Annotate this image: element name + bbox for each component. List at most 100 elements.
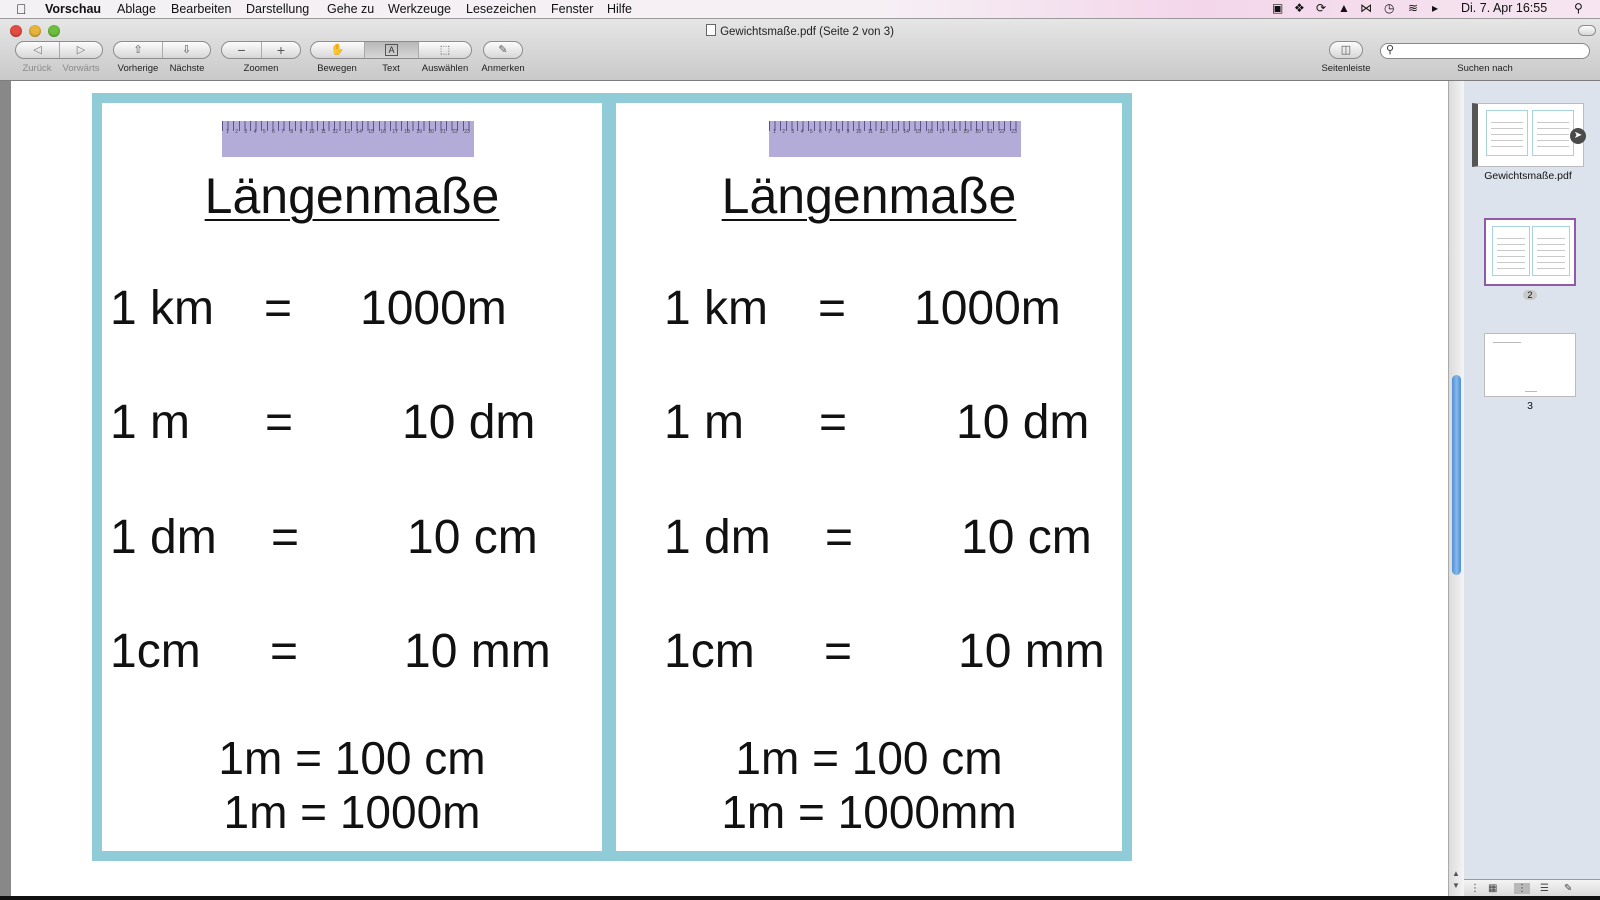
- conversion-left: 1 m: [664, 396, 745, 449]
- menu-werkzeuge[interactable]: Werkzeuge: [388, 2, 451, 16]
- document-view[interactable]: 1 2 3 4 5 6 7 8 9 10 11 12 13 14 15 16 17 18 19 20 21 22 23 Lä…: [0, 81, 1448, 900]
- conversion-equals: =: [271, 511, 300, 564]
- scroll-up-arrow-icon[interactable]: ▲: [1452, 869, 1460, 878]
- ruler-numbers: 1 2 3 4 5 6 7 8 9 10 11 12 13 14 15 16 17 18 19 20 21 22 23: [773, 129, 1017, 135]
- conversion-equals: =: [264, 282, 293, 335]
- sidebar-icon: ◫: [1340, 44, 1352, 56]
- sidebar-toggle-button[interactable]: ◫: [1329, 41, 1363, 59]
- toolbar-toggle-button[interactable]: [1578, 25, 1596, 36]
- spotlight-icon[interactable]: ⚲: [1574, 1, 1583, 15]
- thumbnail-sidebar: Gewichtsmaße.pdf ➤ 2 3 ⋮ ▦ ⋮ ☰ ✎: [1464, 81, 1600, 900]
- conversion-right: 1000m: [360, 282, 507, 335]
- menu-gehe-zu[interactable]: Gehe zu: [327, 2, 374, 16]
- length-card-left: 1 2 3 4 5 6 7 8 9 10 11 12 13 14 15 16 17 18 19 20 21 22 23 Lä…: [92, 93, 612, 861]
- menu-ablage[interactable]: Ablage: [117, 2, 156, 16]
- tool-mode-control: ✋ A ⬚: [310, 41, 472, 59]
- conversion-equals: =: [819, 396, 848, 449]
- grid-view-icon[interactable]: ▦: [1488, 883, 1497, 894]
- text-cursor-icon: A: [385, 44, 398, 56]
- scroll-down-arrow-icon[interactable]: ▼: [1452, 881, 1460, 890]
- triangle-icon[interactable]: ▲: [1338, 1, 1350, 15]
- menu-clock[interactable]: Di. 7. Apr 16:55: [1461, 1, 1547, 15]
- resize-handle-icon[interactable]: ⋮: [1470, 883, 1480, 894]
- file-thumbnail-image: [1472, 103, 1584, 167]
- bluetooth-icon[interactable]: ⋈: [1360, 1, 1372, 15]
- conversion-right: 10 cm: [961, 511, 1092, 564]
- time-machine-icon[interactable]: ◷: [1384, 1, 1394, 15]
- card-footer-line-2: 1m = 1000mm: [721, 786, 1017, 838]
- thumbnail-page-2-label: 2: [1523, 290, 1537, 300]
- thumbnail-file-label: Gewichtsmaße.pdf: [1484, 170, 1572, 182]
- conversion-equals: =: [265, 396, 294, 449]
- outline-view-icon[interactable]: ☰: [1540, 883, 1549, 894]
- card-heading: Längenmaße: [721, 168, 1017, 224]
- menu-hilfe[interactable]: Hilfe: [607, 2, 632, 16]
- thumbnail-page-3[interactable]: 3: [1484, 333, 1576, 412]
- annotation-view-icon[interactable]: ✎: [1564, 883, 1572, 894]
- conversion-left: 1 dm: [664, 511, 771, 564]
- menu-darstellung[interactable]: Darstellung: [246, 2, 309, 16]
- select-tool-button[interactable]: ⬚: [419, 42, 471, 58]
- window-title-text: Gewichtsmaße.pdf (Seite 2 von 3): [720, 26, 894, 38]
- ruler-numbers: 1 2 3 4 5 6 7 8 9 10 11 12 13 14 15 16 17 18 19 20 21 22 23: [226, 129, 470, 135]
- menu-bearbeiten[interactable]: Bearbeiten: [171, 2, 231, 16]
- menu-lesezeichen[interactable]: Lesezeichen: [466, 2, 536, 16]
- conversion-equals: =: [270, 625, 299, 678]
- forward-button[interactable]: ▷: [60, 42, 102, 58]
- scrollbar-thumb[interactable]: [1452, 375, 1461, 575]
- sync-icon[interactable]: ⟳: [1316, 1, 1326, 15]
- conversion-right: 10 dm: [402, 396, 536, 449]
- next-label: Nächste: [169, 63, 205, 74]
- search-input[interactable]: ⚲: [1380, 43, 1590, 59]
- volume-icon[interactable]: ▸: [1432, 1, 1438, 15]
- thumbnail-page-2[interactable]: 2: [1484, 218, 1576, 301]
- conversion-right: 10 cm: [407, 511, 538, 564]
- move-tool-button[interactable]: ✋: [311, 42, 365, 58]
- share-arrow-icon[interactable]: ➤: [1570, 128, 1586, 144]
- conversion-left: 1 km: [664, 282, 769, 335]
- conversion-equals: =: [825, 511, 854, 564]
- conversion-right: 10 mm: [958, 625, 1105, 678]
- ruler-image: 1 2 3 4 5 6 7 8 9 10 11 12 13 14 15 16 17 18 19 20 21 22 23: [769, 121, 1021, 157]
- apple-menu-icon[interactable]: : [16, 1, 27, 17]
- card-footer-line-2: 1m = 1000m: [223, 786, 481, 838]
- next-page-button[interactable]: ⇩: [163, 42, 210, 58]
- length-card-right: 1 2 3 4 5 6 7 8 9 10 11 12 13 14 15 16 17 18 19 20 21 22 23 Lä…: [606, 93, 1132, 861]
- wifi-icon[interactable]: ≋: [1408, 1, 1418, 15]
- hand-icon: ✋: [330, 44, 345, 56]
- back-label: Zurück: [22, 63, 52, 74]
- conversion-right: 1000m: [914, 282, 1061, 335]
- back-button[interactable]: ◁: [16, 42, 60, 58]
- window-toolbar: Gewichtsmaße.pdf (Seite 2 von 3) ◁ ▷ Zur…: [0, 19, 1600, 81]
- previous-page-button[interactable]: ⇧: [114, 42, 163, 58]
- pencil-icon: ✎: [498, 44, 508, 56]
- zoom-in-button[interactable]: +: [262, 42, 300, 58]
- menu-fenster[interactable]: Fenster: [551, 2, 593, 16]
- window-title: Gewichtsmaße.pdf (Seite 2 von 3): [0, 24, 1600, 38]
- thumbnail-page-3-label: 3: [1527, 400, 1533, 412]
- vertical-scrollbar[interactable]: ▲ ▼: [1448, 81, 1464, 900]
- annotate-button[interactable]: ✎: [483, 41, 523, 59]
- zoom-out-button[interactable]: −: [222, 42, 262, 58]
- thumbnail-file[interactable]: Gewichtsmaße.pdf: [1472, 103, 1584, 182]
- plus-icon: +: [276, 42, 286, 58]
- gift-icon[interactable]: ▣: [1272, 1, 1283, 15]
- list-view-icon[interactable]: ⋮: [1514, 883, 1530, 894]
- conversion-left: 1cm: [110, 625, 201, 678]
- select-label: Auswählen: [421, 63, 469, 74]
- zoom-control: − +: [221, 41, 301, 59]
- card-heading: Längenmaße: [204, 168, 500, 224]
- ruler-image: 1 2 3 4 5 6 7 8 9 10 11 12 13 14 15 16 17 18 19 20 21 22 23: [222, 121, 474, 157]
- conversion-left: 1 km: [110, 282, 215, 335]
- conversion-left: 1cm: [664, 625, 755, 678]
- conversion-left: 1 m: [110, 396, 191, 449]
- text-tool-button[interactable]: A: [365, 42, 419, 58]
- conversion-right: 10 mm: [404, 625, 551, 678]
- dropbox-icon[interactable]: ❖: [1294, 1, 1305, 15]
- marquee-select-icon: ⬚: [439, 44, 451, 56]
- move-label: Bewegen: [317, 63, 357, 74]
- card-footer-line-1: 1m = 100 cm: [218, 732, 486, 784]
- menu-app-name[interactable]: Vorschau: [45, 2, 101, 16]
- search-label: Suchen nach: [1457, 63, 1513, 74]
- page-2-thumbnail-image: [1484, 218, 1576, 286]
